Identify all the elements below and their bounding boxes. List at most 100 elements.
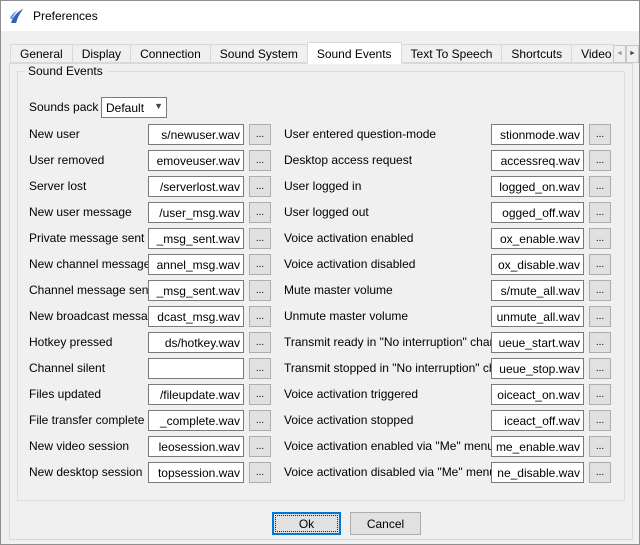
tab-video[interactable]: Video: [571, 44, 614, 63]
sound-event-row: Mute master volume...: [284, 279, 614, 305]
sound-event-label: New desktop session: [29, 465, 142, 480]
sound-event-row: Channel silent...: [29, 357, 273, 383]
sound-file-input[interactable]: [491, 150, 584, 171]
sound-event-row: Voice activation triggered...: [284, 383, 614, 409]
browse-button[interactable]: ...: [249, 202, 271, 223]
sound-file-input[interactable]: [148, 332, 244, 353]
browse-button[interactable]: ...: [589, 228, 611, 249]
tab-general[interactable]: General: [10, 44, 73, 63]
browse-button[interactable]: ...: [249, 150, 271, 171]
browse-button[interactable]: ...: [249, 384, 271, 405]
chevron-down-icon: ▼: [154, 101, 163, 111]
sounds-pack-value: Default: [106, 101, 144, 115]
tab-text-to-speech[interactable]: Text To Speech: [401, 44, 503, 63]
sound-event-label: Transmit ready in "No interruption" chan…: [284, 335, 512, 350]
browse-button[interactable]: ...: [249, 436, 271, 457]
sound-file-input[interactable]: [148, 436, 244, 457]
sound-file-input[interactable]: [148, 280, 244, 301]
sound-event-label: New video session: [29, 439, 129, 454]
cancel-button[interactable]: Cancel: [350, 512, 421, 535]
browse-button[interactable]: ...: [249, 306, 271, 327]
sound-file-input[interactable]: [148, 384, 244, 405]
browse-button[interactable]: ...: [249, 358, 271, 379]
sound-file-input[interactable]: [148, 254, 244, 275]
sound-event-label: Desktop access request: [284, 153, 412, 168]
sound-event-label: User removed: [29, 153, 104, 168]
sound-file-input[interactable]: [148, 228, 244, 249]
sound-file-input[interactable]: [148, 306, 244, 327]
sound-event-row: New user...: [29, 123, 273, 149]
browse-button[interactable]: ...: [589, 462, 611, 483]
sounds-pack-label: Sounds pack: [29, 100, 98, 114]
tab-bar: GeneralDisplayConnectionSound SystemSoun…: [10, 42, 614, 64]
browse-button[interactable]: ...: [589, 306, 611, 327]
tab-connection[interactable]: Connection: [130, 44, 211, 63]
sound-file-input[interactable]: [148, 124, 244, 145]
sound-file-input[interactable]: [491, 202, 584, 223]
browse-button[interactable]: ...: [589, 332, 611, 353]
browse-button[interactable]: ...: [249, 228, 271, 249]
sound-file-input[interactable]: [491, 332, 584, 353]
sound-event-label: Hotkey pressed: [29, 335, 112, 350]
browse-button[interactable]: ...: [249, 410, 271, 431]
browse-button[interactable]: ...: [589, 254, 611, 275]
browse-button[interactable]: ...: [249, 176, 271, 197]
sound-file-input[interactable]: [491, 384, 584, 405]
app-icon: [9, 8, 25, 24]
sound-event-row: Voice activation disabled via "Me" menu.…: [284, 461, 614, 487]
tab-sound-system[interactable]: Sound System: [210, 44, 308, 63]
tab-scroll-right-icon[interactable]: ►: [626, 45, 639, 63]
sound-event-label: File transfer complete: [29, 413, 144, 428]
sound-file-input[interactable]: [491, 254, 584, 275]
sound-file-input[interactable]: [148, 176, 244, 197]
sound-file-input[interactable]: [491, 462, 584, 483]
browse-button[interactable]: ...: [589, 150, 611, 171]
sound-event-label: Voice activation stopped: [284, 413, 413, 428]
browse-button[interactable]: ...: [589, 124, 611, 145]
sound-file-input[interactable]: [148, 150, 244, 171]
sound-file-input[interactable]: [491, 124, 584, 145]
sound-event-row: Desktop access request...: [284, 149, 614, 175]
sound-event-label: User entered question-mode: [284, 127, 436, 142]
sound-file-input[interactable]: [491, 358, 584, 379]
sound-event-row: Server lost...: [29, 175, 273, 201]
sound-file-input[interactable]: [491, 410, 584, 431]
browse-button[interactable]: ...: [589, 280, 611, 301]
sound-file-input[interactable]: [491, 436, 584, 457]
sound-file-input[interactable]: [491, 176, 584, 197]
browse-button[interactable]: ...: [249, 462, 271, 483]
sound-file-input[interactable]: [491, 280, 584, 301]
tab-display[interactable]: Display: [72, 44, 131, 63]
browse-button[interactable]: ...: [589, 410, 611, 431]
titlebar: Preferences: [1, 1, 639, 31]
sound-event-label: Voice activation disabled via "Me" menu: [284, 465, 496, 480]
sound-file-input[interactable]: [148, 462, 244, 483]
sound-event-row: User logged in...: [284, 175, 614, 201]
sound-file-input[interactable]: [491, 306, 584, 327]
browse-button[interactable]: ...: [589, 176, 611, 197]
sound-event-row: Hotkey pressed...: [29, 331, 273, 357]
browse-button[interactable]: ...: [589, 436, 611, 457]
sound-event-label: User logged in: [284, 179, 361, 194]
browse-button[interactable]: ...: [249, 124, 271, 145]
tab-scroll-left-icon[interactable]: ◄: [613, 45, 626, 63]
sound-file-input[interactable]: [148, 202, 244, 223]
tab-sound-events[interactable]: Sound Events: [307, 42, 402, 64]
window-title: Preferences: [33, 9, 98, 23]
sound-file-input[interactable]: [148, 358, 244, 379]
browse-button[interactable]: ...: [589, 358, 611, 379]
sound-event-row: Files updated...: [29, 383, 273, 409]
ok-button[interactable]: Ok: [272, 512, 341, 535]
tab-shortcuts[interactable]: Shortcuts: [501, 44, 572, 63]
browse-button[interactable]: ...: [249, 332, 271, 353]
browse-button[interactable]: ...: [589, 384, 611, 405]
sound-file-input[interactable]: [148, 410, 244, 431]
sound-event-row: New video session...: [29, 435, 273, 461]
sound-event-label: Transmit stopped in "No interruption" ch…: [284, 361, 525, 376]
sound-file-input[interactable]: [491, 228, 584, 249]
sounds-pack-select[interactable]: Default ▼: [101, 97, 167, 118]
sound-event-row: Voice activation enabled...: [284, 227, 614, 253]
browse-button[interactable]: ...: [249, 254, 271, 275]
browse-button[interactable]: ...: [249, 280, 271, 301]
browse-button[interactable]: ...: [589, 202, 611, 223]
